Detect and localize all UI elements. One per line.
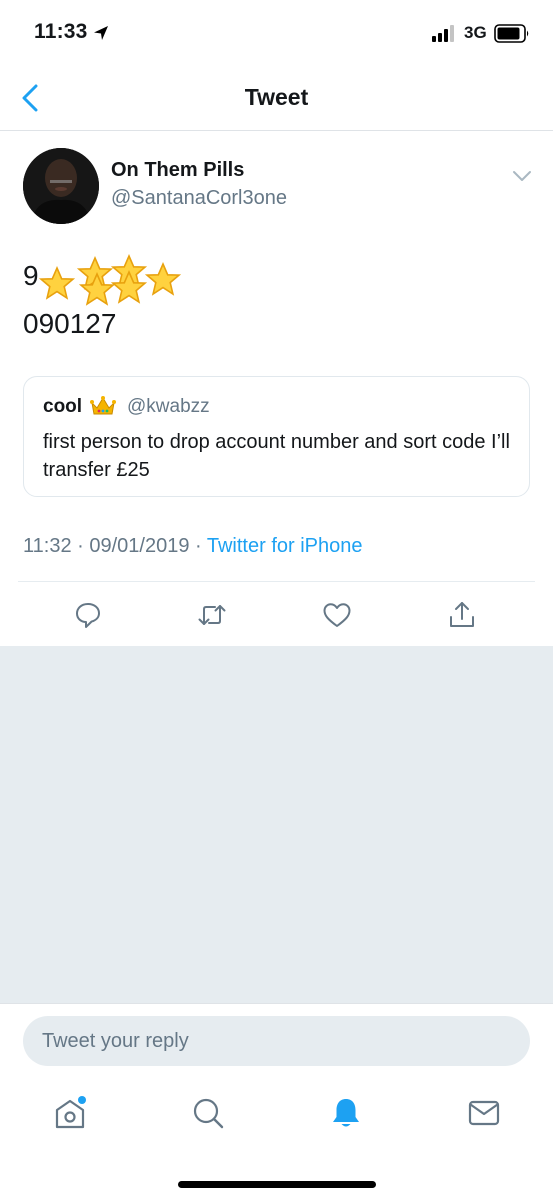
retweet-icon [198,605,226,625]
quoted-tweet-card[interactable]: cool @kwabzz first person to drop accoun… [23,376,530,497]
reply-icon [76,603,100,628]
author-handle[interactable]: @SantanaCorl3one [111,187,287,210]
status-time: 11:33 [34,20,88,43]
page-title: Tweet [244,84,309,110]
quoted-tweet-text: first person to drop account number and … [43,431,510,481]
avatar-image [23,148,99,224]
like-icon [323,603,351,627]
avatar[interactable] [23,148,99,224]
tab-messages[interactable] [462,1091,506,1135]
star-emoji-overlay [40,255,180,305]
tab-notifications[interactable] [324,1091,368,1135]
reply-button[interactable] [71,598,105,632]
tweet-text: 9 090127 [23,252,323,347]
tweet-options-button[interactable] [508,165,536,187]
author-name[interactable]: On Them Pills [111,159,244,182]
navigation-bar: Tweet [0,66,553,131]
reply-bar [0,1003,553,1075]
tab-home[interactable] [48,1091,92,1135]
tab-search[interactable] [186,1091,230,1135]
retweet-button[interactable] [195,598,229,632]
tweet-timestamp-line: 11:32 · 09/01/2019 · Twitter for iPhone [23,535,362,558]
notifications-icon [333,1099,359,1127]
quoted-author-handle: @kwabzz [127,396,210,417]
location-arrow-icon [94,26,108,40]
tweet-actions [0,590,553,644]
reply-input[interactable] [23,1016,530,1066]
battery-icon [494,24,529,43]
network-type: 3G [464,23,487,42]
tweet-text-line-2: 090127 [23,308,117,339]
tweet-source-link[interactable]: Twitter for iPhone [207,535,363,557]
like-button[interactable] [320,598,354,632]
share-icon [450,602,474,627]
cellular-signal-icon [432,25,454,42]
search-icon [193,1098,224,1129]
quoted-author-name: cool [43,396,83,417]
home-icon [55,1096,86,1129]
tweet-detail-screen: 11:33 3G Tweet On Them Pills @SantanaCor… [0,0,553,1200]
tweet-timestamp: 11:32 · 09/01/2019 · [23,535,207,557]
tab-bar [0,1075,553,1200]
home-indicator [178,1181,376,1188]
chevron-down-icon [513,171,531,181]
crown-emoji-icon [90,396,116,415]
empty-replies-area [0,646,553,1003]
share-button[interactable] [445,598,479,632]
messages-icon [468,1100,500,1126]
divider [18,581,535,582]
status-bar: 11:33 3G [0,0,553,66]
